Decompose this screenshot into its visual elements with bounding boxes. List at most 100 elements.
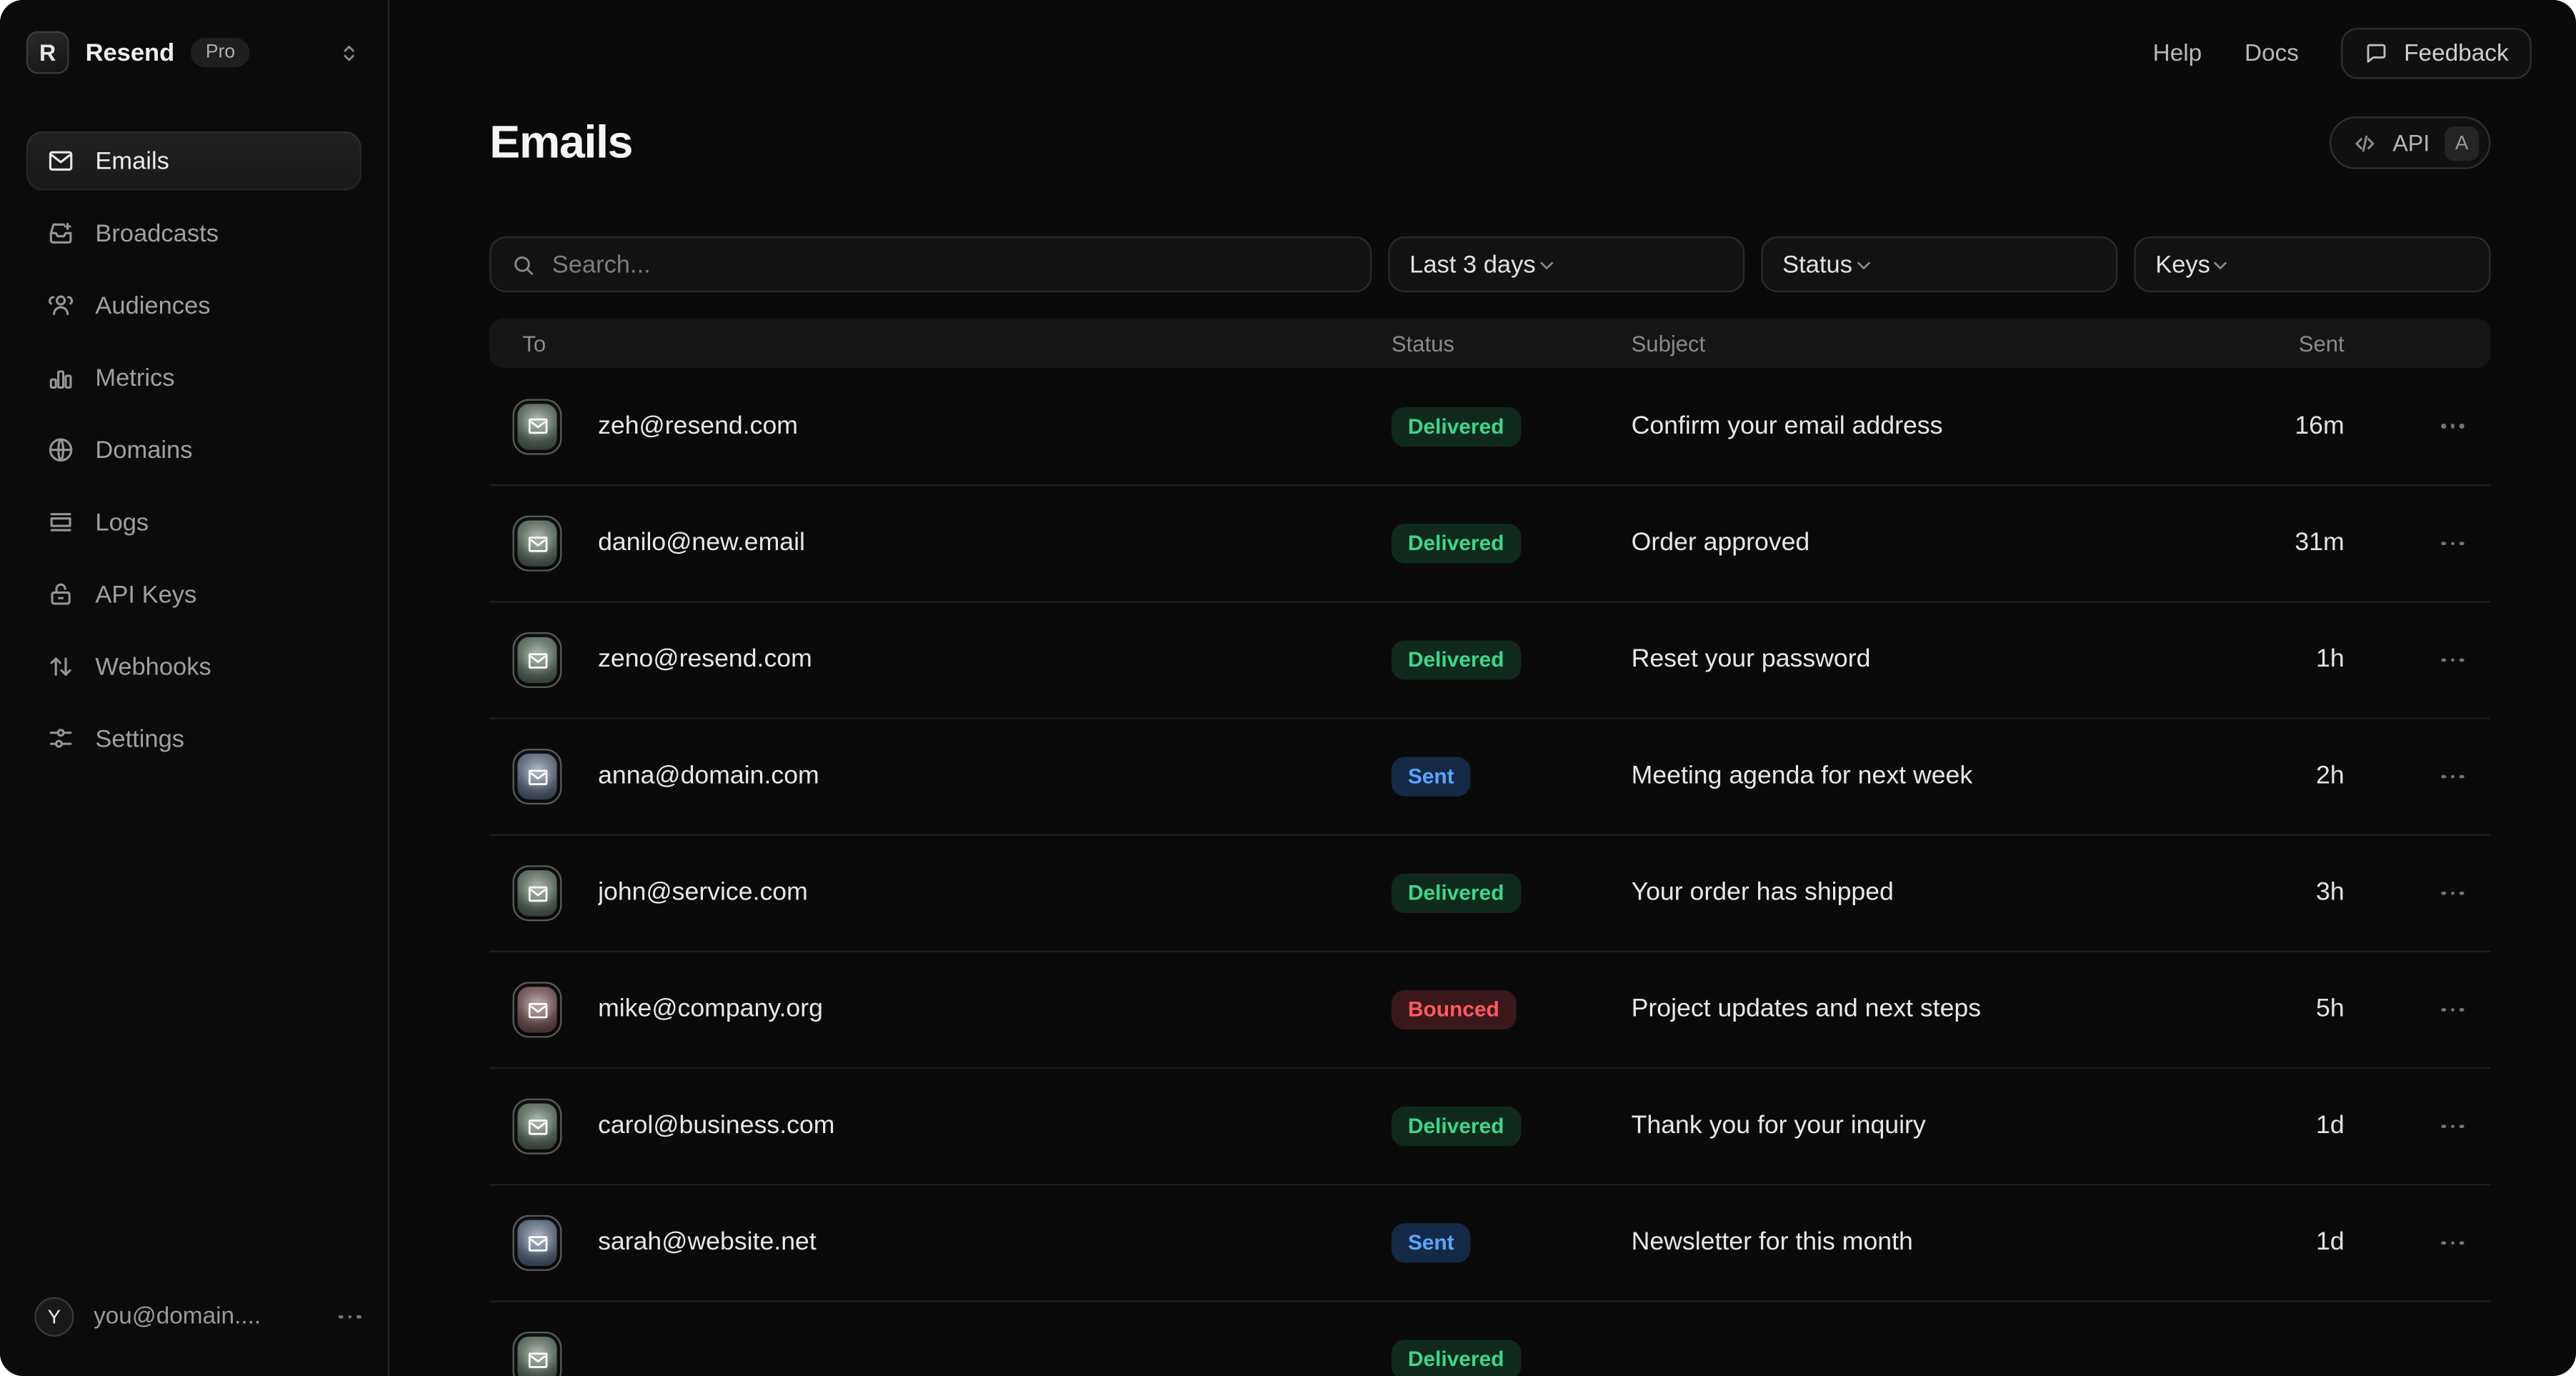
sidebar-item-logs[interactable]: Logs [26,492,361,552]
status-badge: Delivered [1392,1107,1521,1146]
filter-bar: Last 3 days Status Keys [489,236,2490,292]
more-menu-icon[interactable] [2442,891,2465,895]
status-badge: Bounced [1392,990,1516,1029]
sidebar-item-label: Settings [95,725,184,753]
chevron-down-icon [1852,254,1874,275]
recipient-email: john@service.com [598,879,1392,908]
email-icon [513,1215,562,1271]
app-window: R Resend Pro Emails Broadcasts Audiences [0,0,2576,1376]
sent-time: 1h [2125,645,2345,674]
sidebar-item-label: Domains [95,436,192,464]
email-icon [513,1099,562,1155]
sidebar-item-settings[interactable]: Settings [26,709,361,769]
bar-chart-icon [46,363,75,392]
ellipsis-icon[interactable] [339,1315,361,1319]
sidebar-item-emails[interactable]: Emails [26,131,361,191]
date-range-dropdown[interactable]: Last 3 days [1388,236,1744,292]
column-status: Status [1392,331,1632,355]
resend-logo: R [26,31,69,74]
help-link[interactable]: Help [2153,40,2202,66]
sidebar-item-label: API Keys [95,580,196,608]
chevron-down-icon [2210,254,2232,275]
api-button[interactable]: API A [2330,116,2490,169]
sidebar-item-webhooks[interactable]: Webhooks [26,637,361,697]
recipient-email: zeno@resend.com [598,645,1392,674]
email-subject: Order approved [1632,529,2125,558]
sidebar-item-metrics[interactable]: Metrics [26,348,361,407]
table-row[interactable]: john@service.com Delivered Your order ha… [489,834,2490,951]
more-menu-icon[interactable] [2442,1241,2465,1245]
sidebar-item-broadcasts[interactable]: Broadcasts [26,204,361,263]
search-icon [511,252,535,276]
status-badge: Sent [1392,1223,1471,1262]
table-row[interactable]: mike@company.org Bounced Project updates… [489,951,2490,1067]
keys-dropdown[interactable]: Keys [2134,236,2490,292]
lock-icon [46,579,75,609]
table-row[interactable]: anna@domain.com Sent Meeting agenda for … [489,717,2490,834]
recipient-email: sarah@website.net [598,1228,1392,1257]
users-icon [46,291,75,320]
email-subject: Reset your password [1632,645,2125,674]
sidebar-nav: Emails Broadcasts Audiences Metrics Doma… [0,105,388,769]
more-menu-icon[interactable] [2442,424,2465,428]
table-row[interactable]: sarah@website.net Sent Newsletter for th… [489,1184,2490,1300]
search-box[interactable] [489,236,1372,292]
sidebar-item-label: Webhooks [95,653,211,681]
mail-icon [46,146,75,176]
topbar: Help Docs Feedback [389,0,2576,79]
search-input[interactable] [552,250,1351,278]
sidebar: R Resend Pro Emails Broadcasts Audiences [0,0,389,1376]
email-icon [513,632,562,688]
sidebar-item-domains[interactable]: Domains [26,420,361,479]
docs-link[interactable]: Docs [2245,40,2299,66]
chevrons-up-down-icon[interactable] [336,40,361,64]
recipient-email: mike@company.org [598,995,1392,1024]
table-row[interactable]: zeh@resend.com Delivered Confirm your em… [489,368,2490,484]
table-row[interactable]: zeno@resend.com Delivered Reset your pas… [489,601,2490,717]
code-icon [2353,131,2377,155]
sidebar-item-api-keys[interactable]: API Keys [26,565,361,624]
sidebar-item-audiences[interactable]: Audiences [26,276,361,335]
date-range-value: Last 3 days [1409,250,1535,278]
sidebar-item-label: Emails [95,147,169,175]
email-subject: Project updates and next steps [1632,995,2125,1024]
content: Emails API A Last 3 days Status [389,79,2576,1376]
sent-time: 3h [2125,879,2345,908]
recipient-email: carol@business.com [598,1112,1392,1141]
column-to: To [489,331,1392,355]
sent-time: 31m [2125,529,2345,558]
email-subject: Your order has shipped [1632,879,2125,908]
speech-bubble-icon [2365,41,2389,65]
email-icon [513,398,562,454]
user-menu[interactable]: Y you@domain.... [0,1274,388,1360]
table-header: To Status Subject Sent [489,319,2490,368]
feedback-label: Feedback [2404,40,2508,66]
globe-icon [46,435,75,464]
workspace-switcher[interactable]: R Resend Pro [0,0,388,105]
main-area: Help Docs Feedback Emails API A [389,0,2576,1376]
chevron-down-icon [1536,254,1557,275]
more-menu-icon[interactable] [2442,1007,2465,1012]
more-menu-icon[interactable] [2442,774,2465,779]
more-menu-icon[interactable] [2442,1125,2465,1129]
avatar: Y [34,1297,74,1337]
plan-badge: Pro [191,38,250,67]
user-email: you@domain.... [94,1304,261,1330]
status-dropdown[interactable]: Status [1761,236,2117,292]
table-row[interactable]: danilo@new.email Delivered Order approve… [489,484,2490,601]
api-label: API [2392,130,2430,156]
email-subject: Meeting agenda for next week [1632,762,2125,791]
arrows-up-down-icon [46,652,75,681]
column-sent: Sent [2125,331,2345,355]
table-row[interactable]: carol@business.com Delivered Thank you f… [489,1067,2490,1184]
status-badge: Delivered [1392,407,1521,446]
more-menu-icon[interactable] [2442,542,2465,546]
feedback-button[interactable]: Feedback [2342,28,2532,79]
sent-time: 1d [2125,1228,2345,1257]
status-badge: Delivered [1392,874,1521,913]
sliders-icon [46,724,75,754]
table-row[interactable]: Delivered [489,1300,2490,1376]
more-menu-icon[interactable] [2442,658,2465,662]
sent-time: 2h [2125,762,2345,791]
sent-time: 16m [2125,412,2345,441]
